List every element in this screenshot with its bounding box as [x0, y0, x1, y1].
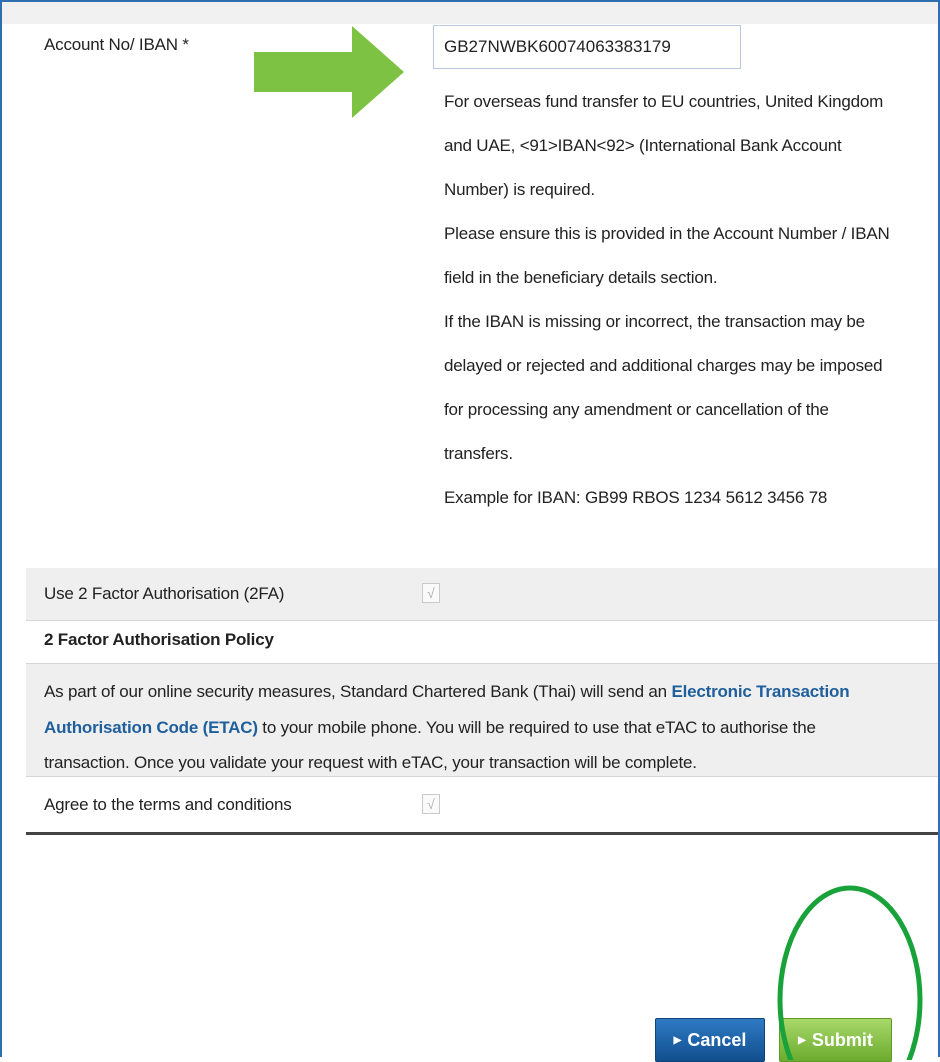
cancel-button-label: Cancel — [687, 1029, 747, 1050]
iban-note-line: Example for IBAN: GB99 RBOS 1234 5612 34… — [444, 488, 828, 507]
policy-text-segment: to your mobile phone. You will be requir… — [257, 718, 816, 737]
two-fa-checkbox[interactable]: √ — [422, 583, 440, 603]
policy-text-segment: As part of our online security measures,… — [44, 682, 672, 701]
policy-heading: 2 Factor Authorisation Policy — [44, 630, 274, 649]
etac-link[interactable]: Electronic Transaction — [671, 682, 849, 701]
cancel-button[interactable]: ▶ Cancel — [655, 1018, 765, 1062]
caret-right-icon: ▶ — [673, 1034, 682, 1046]
terms-checkbox[interactable]: √ — [422, 794, 440, 814]
section-bottom-rule — [26, 832, 938, 835]
iban-note-line: delayed or rejected and additional charg… — [444, 356, 883, 375]
divider — [26, 776, 938, 777]
policy-text-line: transaction. Once you validate your requ… — [44, 753, 697, 772]
two-fa-label: Use 2 Factor Authorisation (2FA) — [44, 584, 285, 603]
divider — [26, 620, 938, 621]
iban-note-line: Please ensure this is provided in the Ac… — [444, 224, 890, 243]
iban-note-line: for processing any amendment or cancella… — [444, 400, 829, 419]
top-band — [2, 2, 938, 24]
iban-note-line: If the IBAN is missing or incorrect, the… — [444, 312, 865, 331]
terms-label: Agree to the terms and conditions — [44, 795, 292, 814]
policy-text-line: Authorisation Code (ETAC) to your mobile… — [44, 718, 816, 738]
iban-note-line: and UAE, <91>IBAN<92> (International Ban… — [444, 136, 842, 155]
etac-link-continued[interactable]: Authorisation Code (ETAC) — [44, 718, 258, 737]
iban-note-line: For overseas fund transfer to EU countri… — [444, 92, 884, 111]
iban-note-line: Number) is required. — [444, 180, 595, 199]
account-iban-label: Account No/ IBAN * — [44, 35, 189, 54]
policy-text-line: As part of our online security measures,… — [44, 682, 850, 702]
pointer-arrow-annotation — [254, 26, 404, 118]
account-iban-input[interactable] — [433, 25, 741, 69]
iban-note-line: field in the beneficiary details section… — [444, 268, 718, 287]
highlight-circle-annotation — [777, 885, 923, 1060]
iban-note-line: transfers. — [444, 444, 513, 463]
